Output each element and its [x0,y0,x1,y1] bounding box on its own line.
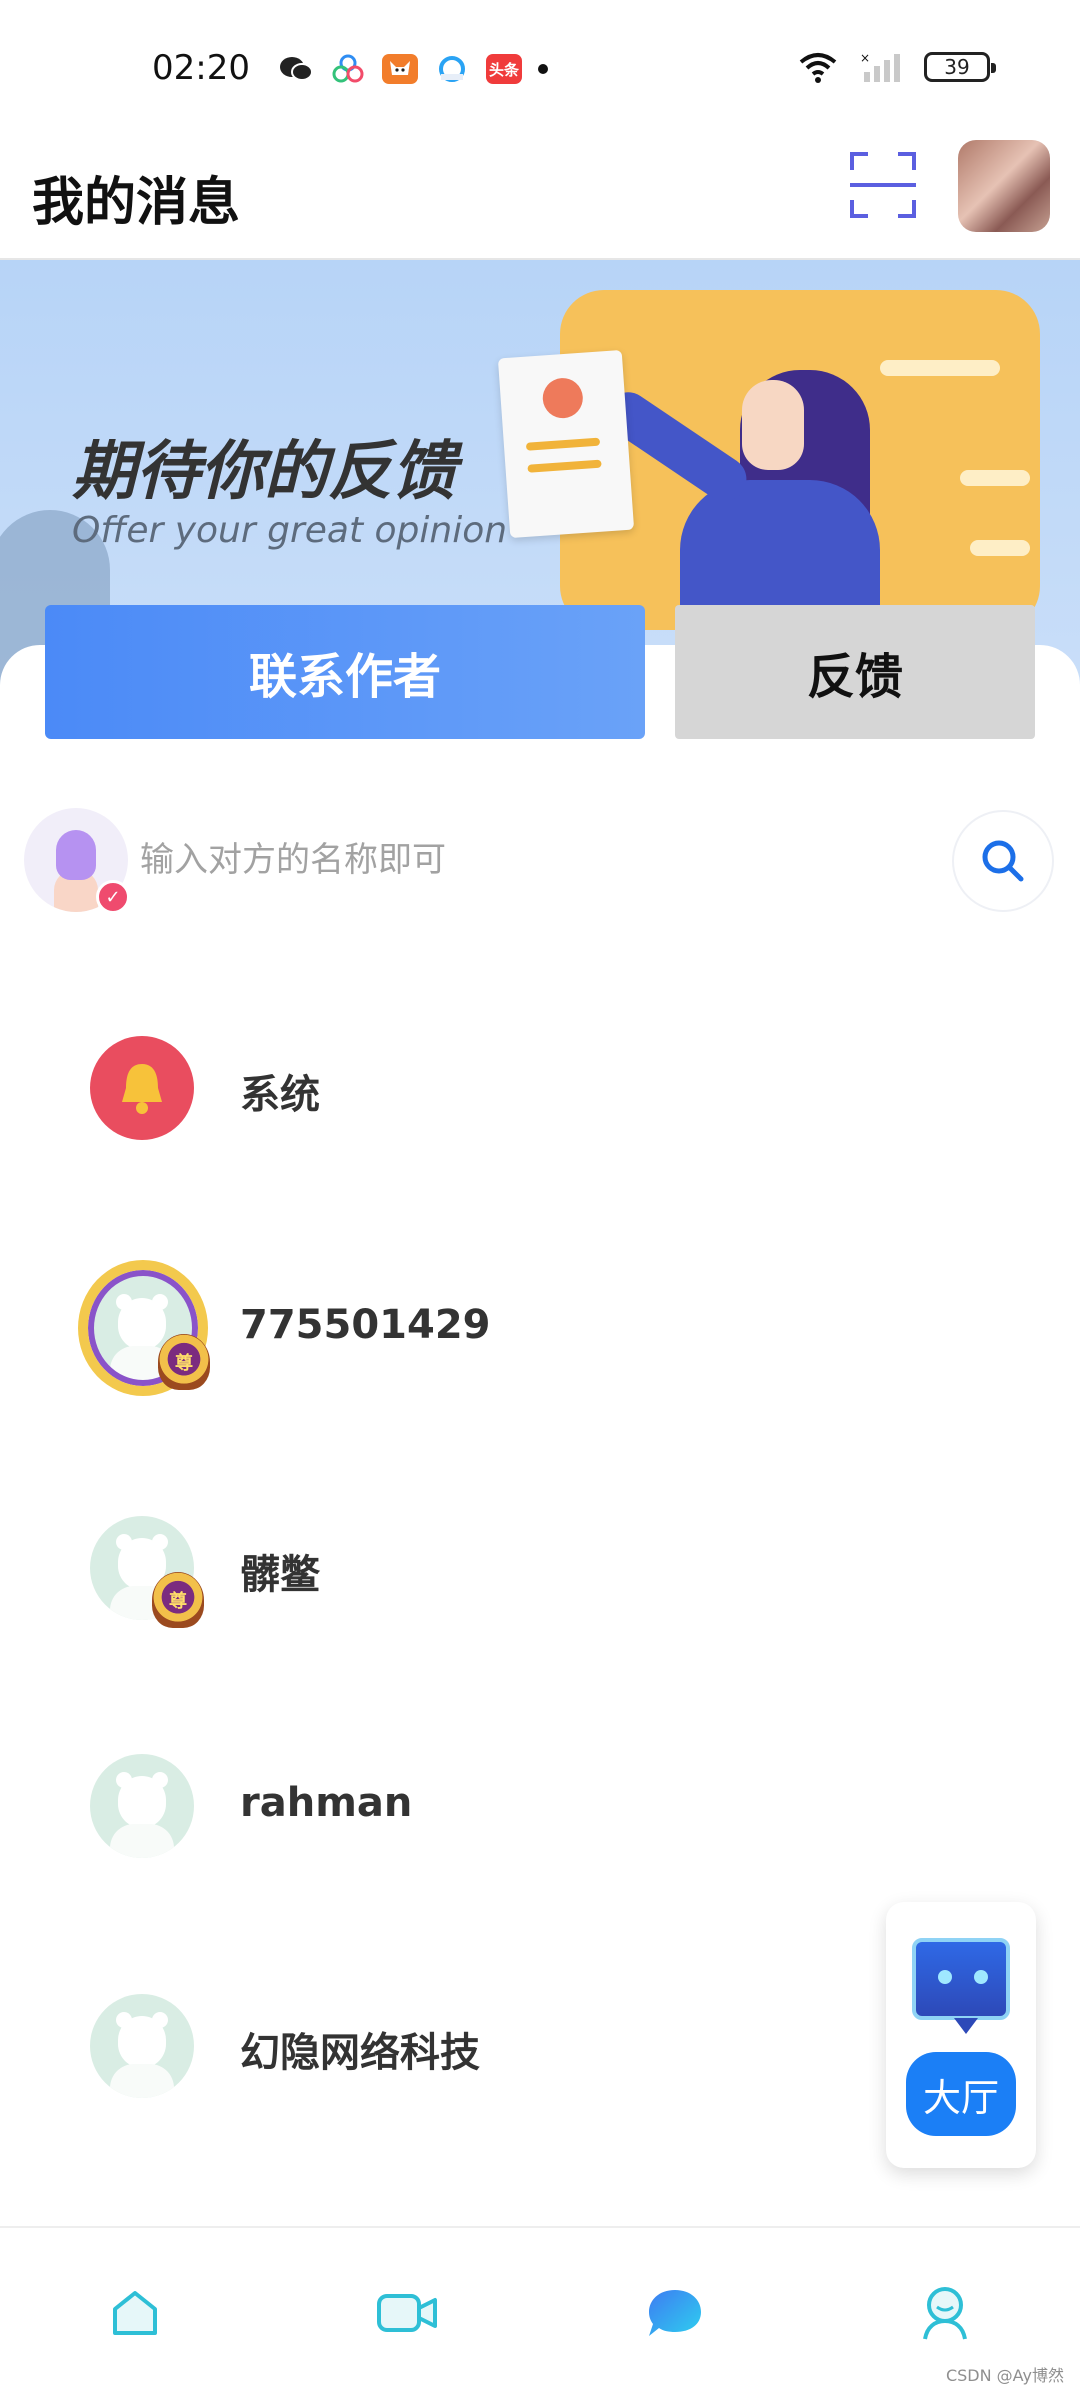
profile-icon[interactable] [910,2278,980,2348]
toutiao-label: 头条 [488,60,519,79]
robot-chat-icon [912,1938,1010,2034]
notification-icons: 头条 [278,54,548,84]
conversation-item[interactable]: 尊 髒鳖 [0,1516,1080,1716]
conversation-name: 系统 [240,1072,320,1118]
contact-author-button[interactable]: 联系作者 [45,605,645,739]
banner-subtitle: Offer your great opinion [72,510,508,551]
conversation-name: 775501429 [240,1302,491,1348]
cloud-decoration [880,360,1000,376]
conversation-item[interactable]: 尊 775501429 [0,1260,1080,1476]
battery-indicator: 39 [924,52,996,82]
cloud-decoration [960,470,1030,486]
bear-avatar [90,1994,194,2098]
svg-text:×: × [860,51,870,65]
wifi-icon [799,53,837,83]
bear-avatar [90,1754,194,1858]
battery-level: 39 [944,55,970,79]
hall-button[interactable]: 大厅 [906,2052,1016,2136]
conversation-name: 髒鳖 [240,1552,320,1598]
signal-icon: × [860,51,900,82]
banner-title: 期待你的反馈 [72,435,456,509]
status-time: 02:20 [152,48,250,88]
bottom-nav: CSDN @Ay博然 [0,2228,1080,2400]
browser-icon [434,54,470,84]
bell-icon [90,1036,194,1140]
user-avatar[interactable] [958,140,1050,232]
fox-app-icon [382,54,418,84]
illustration-document [497,349,635,539]
status-bar: 02:20 头条 × 39 [0,0,1080,140]
watermark: CSDN @Ay博然 [945,2366,1064,2385]
conversation-name: 幻隐网络科技 [240,2030,480,2076]
verified-badge-icon: ✓ [96,880,130,914]
search-input[interactable] [140,830,920,890]
more-notifications-dot [538,64,548,74]
wechat-icon [278,54,314,84]
baidu-icon [330,54,366,84]
cloud-decoration [970,540,1030,556]
page-title: 我的消息 [32,173,241,233]
medal-icon: 尊 [158,1334,210,1390]
illustration-face [742,380,804,470]
status-right: × 39 [798,50,996,84]
conversation-item[interactable]: 系统 [0,1036,1080,1236]
message-icon[interactable] [640,2278,710,2348]
app-header: 我的消息 [0,140,1080,258]
feedback-button[interactable]: 反馈 [675,605,1035,739]
medal-icon: 尊 [152,1572,204,1628]
conversation-name: rahman [240,1780,413,1826]
home-icon[interactable] [100,2278,170,2348]
scan-icon[interactable] [848,150,918,220]
hall-widget[interactable]: 大厅 [886,1902,1036,2168]
search-button[interactable] [952,810,1054,912]
video-icon[interactable] [372,2278,442,2348]
search-icon [982,840,1024,882]
toutiao-icon: 头条 [486,54,522,84]
